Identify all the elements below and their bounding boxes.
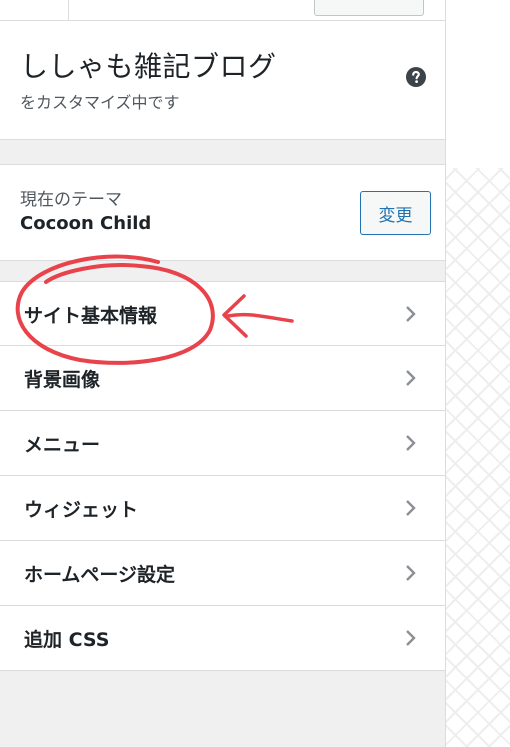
menu-item-widgets[interactable]: ウィジェット [0,476,445,541]
chevron-right-icon [406,306,416,322]
help-icon[interactable] [406,67,426,87]
change-theme-button[interactable]: 変更 [360,191,431,235]
chevron-right-icon [406,370,416,386]
topbar-divider [68,0,69,20]
chevron-right-icon [406,565,416,581]
preview-area [446,0,510,168]
menu-item-menus[interactable]: メニュー [0,411,445,476]
current-theme-section: 現在のテーマ Cocoon Child 変更 [0,164,445,261]
publish-button[interactable] [314,0,424,16]
menu-item-label: サイト基本情報 [24,305,158,327]
current-theme-label: 現在のテーマ [20,190,122,210]
customizer-info-section: ししゃも雑記ブログ をカスタマイズ中です [0,21,445,140]
customizer-topbar [0,0,445,21]
menu-item-homepage-settings[interactable]: ホームページ設定 [0,541,445,606]
menu-item-label: 追加 CSS [24,629,110,651]
theme-name: Cocoon Child [20,213,152,234]
chevron-right-icon [406,500,416,516]
chevron-right-icon [406,435,416,451]
customizing-subtitle: をカスタマイズ中です [20,93,180,112]
site-title: ししゃも雑記ブログ [20,50,277,83]
customizer-menu: サイト基本情報 背景画像 メニュー ウィジェット ホームページ設定 追加 CSS [0,281,445,671]
menu-item-background-image[interactable]: 背景画像 [0,346,445,411]
menu-item-additional-css[interactable]: 追加 CSS [0,606,445,671]
menu-item-site-identity[interactable]: サイト基本情報 [0,281,445,346]
customizer-sidebar: ししゃも雑記ブログ をカスタマイズ中です 現在のテーマ Cocoon Child… [0,0,446,747]
menu-item-label: ホームページ設定 [24,564,176,586]
menu-item-label: メニュー [24,434,101,456]
chevron-right-icon [406,630,416,646]
menu-item-label: ウィジェット [24,499,139,521]
menu-item-label: 背景画像 [24,369,101,391]
